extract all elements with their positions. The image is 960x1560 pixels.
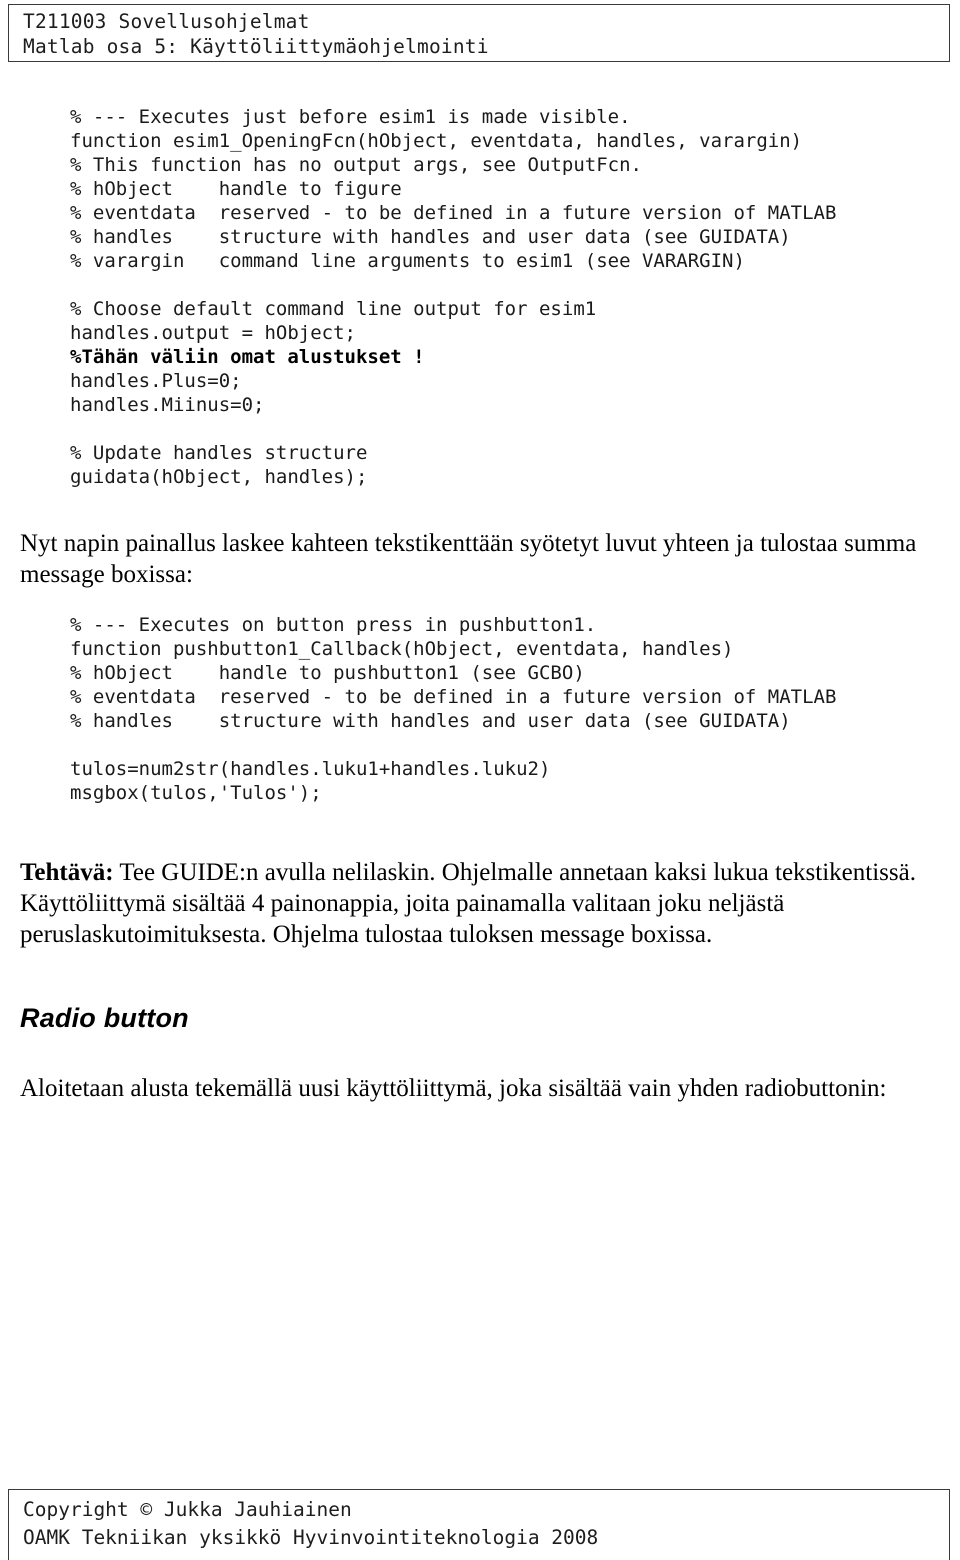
document-subtitle: Matlab osa 5: Käyttöliittymäohjelmointi [23, 35, 489, 58]
code-line: handles.Miinus=0; [70, 394, 265, 416]
code-line: %Tähän väliin omat alustukset ! [70, 346, 425, 368]
organization-line: OAMK Tekniikan yksikkö Hyvinvointiteknol… [23, 1526, 599, 1549]
code-block-opening-fcn: % --- Executes just before esim1 is made… [70, 105, 836, 489]
document-header-box: T211003 Sovellusohjelmat Matlab osa 5: K… [8, 4, 950, 62]
code-line: % handles structure with handles and use… [70, 226, 791, 248]
code-line: % Choose default command line output for… [70, 298, 597, 320]
code-line: % Update handles structure [70, 442, 368, 464]
document-page: T211003 Sovellusohjelmat Matlab osa 5: K… [0, 0, 960, 1560]
paragraph-task: Tehtävä: Tee GUIDE:n avulla nelilaskin. … [20, 859, 916, 948]
section-heading-radio-button: Radio button [20, 1003, 189, 1033]
code-line: % hObject handle to pushbutton1 (see GCB… [70, 662, 585, 684]
code-line: guidata(hObject, handles); [70, 466, 368, 488]
code-line: % --- Executes on button press in pushbu… [70, 614, 597, 636]
code-line: msgbox(tulos,'Tulos'); [70, 782, 322, 804]
code-line: handles.Plus=0; [70, 370, 242, 392]
paragraph-label: Tehtävä: [20, 859, 114, 886]
paragraph-radio-intro: Aloitetaan alusta tekemällä uusi käyttöl… [20, 1075, 887, 1102]
course-code-title: T211003 Sovellusohjelmat [23, 10, 310, 33]
code-line: function pushbutton1_Callback(hObject, e… [70, 638, 734, 660]
paragraph-sum-explanation: Nyt napin painallus laskee kahteen tekst… [20, 530, 917, 588]
code-line: % handles structure with handles and use… [70, 710, 791, 732]
document-footer-box: Copyright © Jukka Jauhiainen OAMK Teknii… [8, 1489, 950, 1560]
code-line: % This function has no output args, see … [70, 154, 642, 176]
code-block-pushbutton-callback: % --- Executes on button press in pushbu… [70, 613, 836, 805]
code-line: tulos=num2str(handles.luku1+handles.luku… [70, 758, 551, 780]
code-line: % varargin command line arguments to esi… [70, 250, 745, 272]
code-line: handles.output = hObject; [70, 322, 356, 344]
code-line: % hObject handle to figure [70, 178, 402, 200]
copyright-line: Copyright © Jukka Jauhiainen [23, 1498, 352, 1521]
code-line: function esim1_OpeningFcn(hObject, event… [70, 130, 803, 152]
code-line: % --- Executes just before esim1 is made… [70, 106, 631, 128]
code-line: % eventdata reserved - to be defined in … [70, 202, 837, 224]
code-line: % eventdata reserved - to be defined in … [70, 686, 837, 708]
